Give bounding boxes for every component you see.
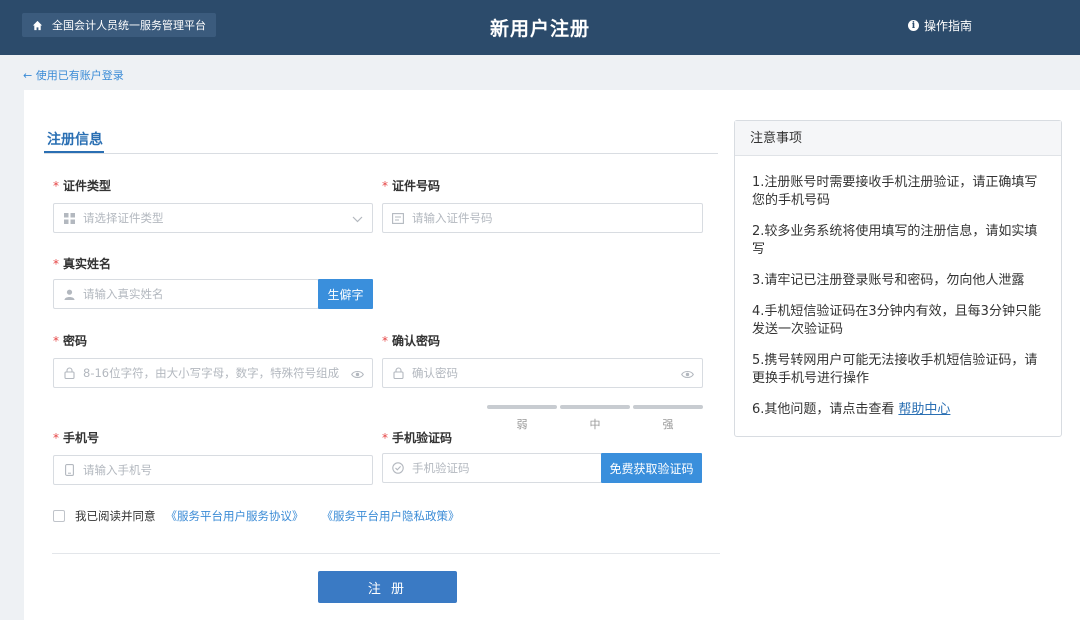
notice-title: 注意事项 bbox=[735, 121, 1061, 156]
strength-bar-medium bbox=[560, 405, 630, 409]
agreement-row: 我已阅读并同意 《服务平台用户服务协议》 《服务平台用户隐私政策》 bbox=[53, 508, 460, 524]
notice-list: 1.注册账号时需要接收手机注册验证，请正确填写您的手机号码 2.较多业务系统将使… bbox=[735, 156, 1061, 419]
notice-item: 4.手机短信验证码在3分钟内有效，且每3分钟只能发送一次验证码 bbox=[752, 304, 1041, 337]
tab-register-info[interactable]: 注册信息 bbox=[47, 129, 103, 153]
id-type-placeholder: 请选择证件类型 bbox=[83, 211, 164, 225]
guide-label: 操作指南 bbox=[924, 19, 973, 33]
get-sms-code-button[interactable]: 免费获取验证码 bbox=[601, 453, 702, 483]
id-number-label: * 证件号码 bbox=[382, 179, 441, 193]
confirm-password-label: * 确认密码 bbox=[382, 334, 441, 348]
grid-icon bbox=[62, 211, 76, 225]
help-center-link[interactable]: 帮助中心 bbox=[898, 402, 950, 417]
tab-divider bbox=[44, 153, 718, 154]
phone-input[interactable]: 请输入手机号 bbox=[53, 455, 373, 485]
notice-item: 1.注册账号时需要接收手机注册验证，请正确填写您的手机号码 bbox=[752, 175, 1038, 208]
agreement-text: 我已阅读并同意 bbox=[75, 509, 156, 523]
confirm-password-input[interactable]: 确认密码 bbox=[382, 358, 703, 388]
id-type-label: * 证件类型 bbox=[53, 179, 112, 193]
strength-bar-strong bbox=[633, 405, 703, 409]
notice-panel: 注意事项 1.注册账号时需要接收手机注册验证，请正确填写您的手机号码 2.较多业… bbox=[734, 120, 1062, 437]
mobile-icon bbox=[62, 463, 76, 477]
rare-character-button[interactable]: 生僻字 bbox=[318, 279, 373, 309]
notice-item-help: 6.其他问题，请点击查看 帮助中心 bbox=[752, 401, 1043, 419]
chevron-down-icon bbox=[350, 212, 364, 226]
confirm-password-placeholder: 确认密码 bbox=[412, 366, 458, 380]
phone-label: * 手机号 bbox=[53, 431, 100, 445]
top-header: 全国会计人员统一服务管理平台 新用户注册 i 操作指南 bbox=[0, 0, 1080, 55]
id-card-icon bbox=[391, 211, 405, 225]
strength-label-strong: 强 bbox=[662, 418, 674, 431]
id-type-select[interactable]: 请选择证件类型 bbox=[53, 203, 373, 233]
strength-label-weak: 弱 bbox=[516, 418, 528, 431]
lock-icon bbox=[391, 366, 405, 380]
notice-item: 2.较多业务系统将使用填写的注册信息，请如实填写 bbox=[752, 224, 1038, 257]
register-button[interactable]: 注 册 bbox=[318, 571, 457, 603]
notice-item: 3.请牢记已注册登录账号和密码，勿向他人泄露 bbox=[752, 273, 1025, 288]
id-number-placeholder: 请输入证件号码 bbox=[412, 211, 493, 225]
real-name-placeholder: 请输入真实姓名 bbox=[83, 287, 164, 301]
back-to-login-link[interactable]: ← 使用已有账户登录 bbox=[23, 67, 124, 83]
password-label: * 密码 bbox=[53, 334, 88, 348]
id-number-input[interactable]: 请输入证件号码 bbox=[382, 203, 703, 233]
notice-item: 5.携号转网用户可能无法接收手机短信验证码，请更换手机号进行操作 bbox=[752, 353, 1038, 386]
guide-link[interactable]: i 操作指南 bbox=[908, 17, 972, 34]
eye-icon[interactable] bbox=[350, 367, 364, 381]
check-circle-icon bbox=[391, 461, 405, 475]
service-agreement-link[interactable]: 《服务平台用户服务协议》 bbox=[166, 508, 304, 524]
user-icon bbox=[62, 287, 76, 301]
real-name-input[interactable]: 请输入真实姓名 bbox=[53, 279, 319, 309]
phone-placeholder: 请输入手机号 bbox=[83, 463, 152, 477]
strength-label-medium: 中 bbox=[589, 418, 601, 431]
password-placeholder: 8-16位字符，由大小写字母，数字，特殊符号组成 bbox=[83, 366, 340, 380]
form-footer-divider bbox=[52, 553, 720, 554]
eye-icon[interactable] bbox=[680, 367, 694, 381]
lock-icon bbox=[62, 366, 76, 380]
real-name-label: * 真实姓名 bbox=[53, 257, 112, 271]
password-input[interactable]: 8-16位字符，由大小写字母，数字，特殊符号组成 bbox=[53, 358, 373, 388]
sms-code-placeholder: 手机验证码 bbox=[412, 461, 470, 475]
notice-item-text: 6.其他问题，请点击查看 bbox=[752, 402, 895, 417]
info-icon: i bbox=[908, 20, 919, 31]
agreement-checkbox[interactable] bbox=[53, 510, 65, 522]
sms-code-input[interactable]: 手机验证码 bbox=[382, 453, 602, 483]
privacy-policy-link[interactable]: 《服务平台用户隐私政策》 bbox=[322, 508, 460, 524]
sms-code-label: * 手机验证码 bbox=[382, 431, 453, 445]
strength-bar-weak bbox=[487, 405, 557, 409]
